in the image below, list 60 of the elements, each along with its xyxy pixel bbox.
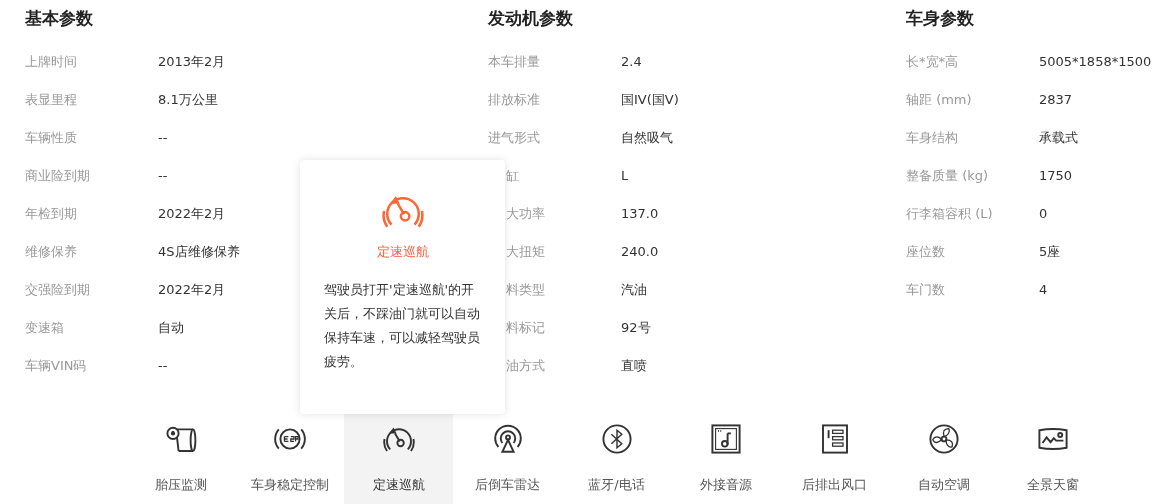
spec-label: 车身结构	[906, 130, 958, 145]
spec-label: 商业险到期	[25, 168, 90, 183]
tooltip-text: 驾驶员打开'定速巡航'的开关后，不踩油门就可以自动保持车速，可以减轻驾驶员疲劳。	[323, 280, 481, 371]
spec-value: 自然吸气	[621, 129, 673, 147]
spec-label: 长*宽*高	[906, 54, 958, 69]
spec-label: 行李箱容积 (L)	[906, 206, 993, 221]
section-title: 发动机参数	[488, 7, 574, 30]
spec-value: --	[158, 167, 168, 185]
spec-value: 自动	[158, 319, 184, 337]
spec-label: 大扭矩	[506, 244, 545, 259]
spec-label: 大功率	[506, 206, 545, 221]
spec-label: 料类型	[506, 282, 545, 297]
music-note-icon	[709, 423, 742, 455]
spec-label: 上牌时间	[25, 54, 77, 69]
spec-value: 2013年2月	[158, 53, 226, 71]
spec-value: 4S店维修保养	[158, 243, 240, 261]
spec-value: 2022年2月	[158, 205, 226, 223]
spec-label: 车辆VIN码	[25, 358, 87, 373]
spec-label: 排放标准	[488, 92, 540, 107]
bluetooth-icon	[600, 423, 633, 455]
spec-label: 交强险到期	[25, 282, 90, 297]
spec-value: --	[158, 357, 168, 375]
spec-label: 座位数	[906, 244, 945, 259]
feature-item[interactable]: 定速巡航	[344, 413, 453, 504]
spec-label: 油方式	[506, 358, 545, 373]
spec-value: 承载式	[1039, 129, 1078, 147]
spec-value: 国IV(国V)	[621, 91, 679, 109]
tooltip-title: 定速巡航	[376, 243, 429, 261]
spec-value: L	[621, 167, 629, 185]
spec-value: 1750	[1039, 167, 1073, 185]
spec-value: 2837	[1039, 91, 1073, 109]
radar-icon	[491, 423, 524, 455]
spec-label: 变速箱	[25, 320, 64, 335]
spec-label: 本车排量	[488, 54, 540, 69]
spec-value: 137.0	[621, 205, 659, 223]
spec-value: 4	[1039, 281, 1048, 299]
spec-label: 年检到期	[25, 206, 77, 221]
spec-value: 240.0	[621, 243, 659, 261]
spec-value: 2022年2月	[158, 281, 226, 299]
fan-icon	[927, 423, 960, 455]
spec-value: --	[158, 129, 168, 147]
spec-value: 5005*1858*1500	[1039, 53, 1152, 71]
spec-value: 0	[1039, 205, 1048, 223]
spec-label: 进气形式	[488, 130, 540, 145]
spec-label: 车门数	[906, 282, 945, 297]
spec-label: 缸	[506, 168, 519, 183]
spec-value: 直喷	[621, 357, 647, 375]
section-title: 基本参数	[25, 7, 94, 30]
spec-label: 维修保养	[25, 244, 77, 259]
spec-value: 92号	[621, 319, 651, 337]
spec-label: 轴距 (mm)	[906, 92, 972, 107]
section-title: 车身参数	[906, 7, 975, 30]
spec-label: 车辆性质	[25, 130, 77, 145]
spec-label: 整备质量 (kg)	[906, 168, 989, 183]
spec-label: 料标记	[506, 320, 545, 335]
spec-label: 表显里程	[25, 92, 77, 107]
spec-value: 5座	[1039, 243, 1061, 261]
spec-value: 汽油	[621, 281, 647, 299]
spec-value: 8.1万公里	[158, 91, 218, 109]
spec-value: 2.4	[621, 53, 642, 71]
